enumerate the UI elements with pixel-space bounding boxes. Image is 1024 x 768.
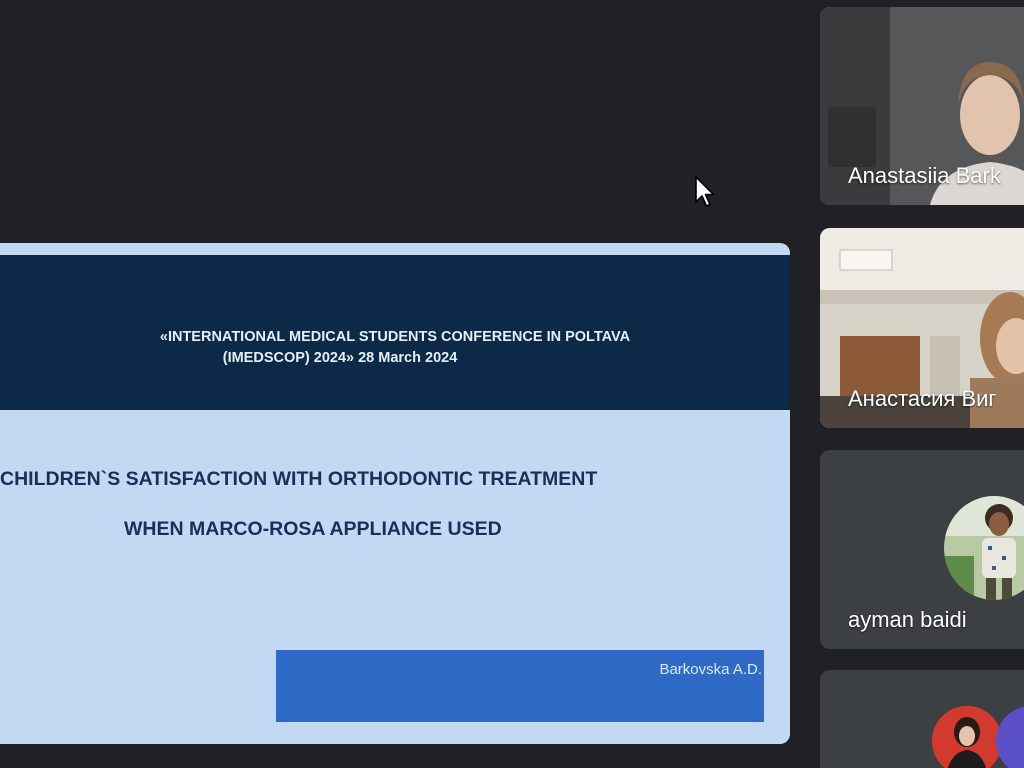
author-name: Barkovska A.D. [659, 661, 762, 678]
participant-name: Анастасия Виг [848, 386, 997, 411]
participant-tile[interactable]: ayman baidi [820, 450, 1024, 649]
participant-avatar [932, 706, 1002, 768]
participant-name: Anastasiia Bark [848, 163, 1001, 188]
conference-title: «INTERNATIONAL MEDICAL STUDENTS CONFEREN… [0, 327, 790, 369]
participant-avatar [944, 496, 1024, 600]
participant-avatar [996, 706, 1024, 768]
participant-tile[interactable] [820, 670, 1024, 768]
author-box: Barkovska A.D. [276, 650, 764, 722]
participant-tile[interactable]: Анастасия Виг [820, 228, 1024, 428]
conference-title-line2: (IMEDSCOP) 2024» 28 March 2024 [222, 350, 458, 366]
participant-name: ayman baidi [848, 607, 967, 632]
mouse-cursor-icon [695, 176, 715, 207]
presentation-slide: «INTERNATIONAL MEDICAL STUDENTS CONFEREN… [0, 243, 790, 744]
talk-title-line1: CHILDREN`S SATISFACTION WITH ORTHODONTIC… [0, 468, 598, 490]
talk-title-line2: WHEN MARCO-ROSA APPLIANCE USED [124, 518, 502, 540]
conference-title-line1: «INTERNATIONAL MEDICAL STUDENTS CONFEREN… [159, 329, 631, 345]
slide-header: «INTERNATIONAL MEDICAL STUDENTS CONFEREN… [0, 255, 790, 722]
participant-tile[interactable]: Anastasiia Bark [820, 7, 1024, 205]
meeting-stage: «INTERNATIONAL MEDICAL STUDENTS CONFEREN… [0, 0, 1024, 768]
